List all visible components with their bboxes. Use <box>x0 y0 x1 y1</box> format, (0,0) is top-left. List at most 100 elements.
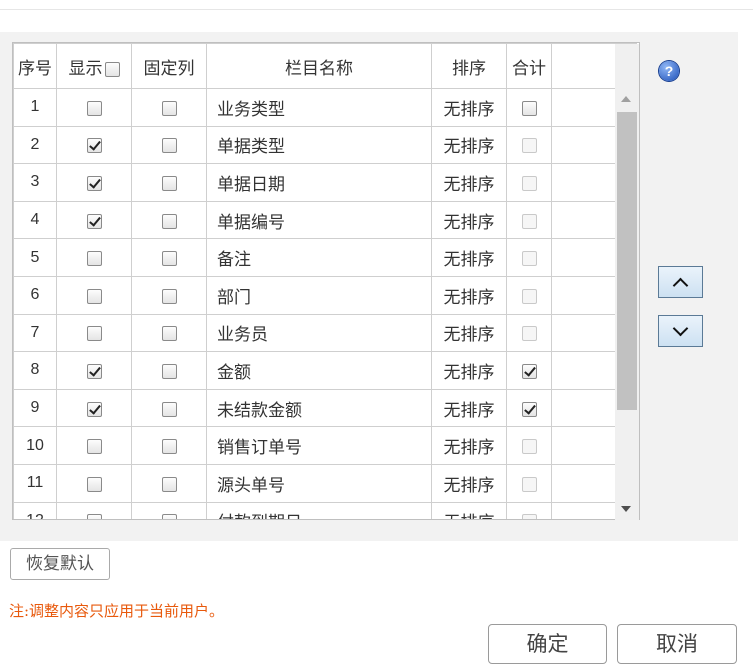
fixed-checkbox[interactable] <box>161 288 177 304</box>
show-checkbox[interactable] <box>86 363 102 379</box>
row-seq: 6 <box>13 275 57 315</box>
row-sort[interactable]: 无排序 <box>431 238 507 277</box>
table-row[interactable]: 5 备注 无排序 <box>13 238 637 277</box>
show-all-checkbox[interactable] <box>104 61 120 77</box>
row-seq: 7 <box>13 313 57 353</box>
fixed-checkbox[interactable] <box>161 401 177 417</box>
total-checkbox[interactable] <box>521 363 537 379</box>
show-checkbox[interactable] <box>86 514 102 519</box>
column-grid: 序号 显示 固定列 栏目名称 排序 合计 1 业务类型 无排序 2 单据类型 无排序 3 单据… <box>12 42 640 520</box>
total-checkbox <box>521 288 537 304</box>
top-divider <box>0 9 753 10</box>
total-cell <box>506 351 552 390</box>
table-row[interactable]: 10 销售订单号 无排序 <box>13 426 637 465</box>
table-row[interactable]: 4 单据编号 无排序 <box>13 200 637 240</box>
total-cell <box>506 426 552 465</box>
table-row[interactable]: 1 业务类型 无排序 <box>13 88 637 127</box>
table-body: 1 业务类型 无排序 2 单据类型 无排序 3 单据日期 无排序 4 单据编号 无排序 5 备注 无排序 6 部… <box>13 88 637 519</box>
row-sort[interactable]: 无排序 <box>431 200 507 240</box>
total-cell <box>506 88 552 127</box>
row-sort[interactable]: 无排序 <box>431 426 507 465</box>
show-checkbox[interactable] <box>86 439 102 455</box>
row-seq: 11 <box>13 463 57 503</box>
fixed-checkbox[interactable] <box>161 439 177 455</box>
table-row[interactable]: 2 单据类型 无排序 <box>13 125 637 165</box>
show-checkbox[interactable] <box>86 138 102 154</box>
scrollbar-thumb[interactable] <box>617 112 637 410</box>
show-checkbox[interactable] <box>86 326 102 342</box>
fixed-cell <box>131 313 207 353</box>
fixed-checkbox[interactable] <box>161 138 177 154</box>
show-cell <box>56 200 132 240</box>
row-column-name: 源头单号 <box>206 463 432 503</box>
row-sort[interactable]: 无排序 <box>431 463 507 503</box>
total-checkbox <box>521 138 537 154</box>
table-row[interactable]: 8 金额 无排序 <box>13 351 637 390</box>
reset-default-button[interactable]: 恢复默认 <box>10 548 110 580</box>
fixed-checkbox[interactable] <box>161 251 177 267</box>
row-seq: 2 <box>13 125 57 165</box>
table-row[interactable]: 9 未结款金额 无排序 <box>13 388 637 428</box>
row-sort[interactable]: 无排序 <box>431 275 507 315</box>
show-checkbox[interactable] <box>86 251 102 267</box>
row-sort[interactable]: 无排序 <box>431 388 507 428</box>
fixed-checkbox[interactable] <box>161 213 177 229</box>
row-column-name: 单据编号 <box>206 200 432 240</box>
fixed-checkbox[interactable] <box>161 514 177 519</box>
show-checkbox[interactable] <box>86 476 102 492</box>
row-sort[interactable]: 无排序 <box>431 351 507 390</box>
fixed-cell <box>131 351 207 390</box>
total-cell <box>506 238 552 277</box>
fixed-checkbox[interactable] <box>161 100 177 116</box>
row-column-name: 销售订单号 <box>206 426 432 465</box>
show-checkbox[interactable] <box>86 213 102 229</box>
table-row[interactable]: 3 单据日期 无排序 <box>13 163 637 202</box>
table-row[interactable]: 6 部门 无排序 <box>13 275 637 315</box>
total-checkbox[interactable] <box>521 401 537 417</box>
row-sort[interactable]: 无排序 <box>431 163 507 202</box>
total-checkbox <box>521 514 537 519</box>
row-sort[interactable]: 无排序 <box>431 501 507 519</box>
move-down-button[interactable] <box>658 315 703 347</box>
row-column-name: 部门 <box>206 275 432 315</box>
total-checkbox[interactable] <box>521 100 537 116</box>
question-icon[interactable]: ? <box>659 61 679 81</box>
table-row[interactable]: 11 源头单号 无排序 <box>13 463 637 503</box>
show-checkbox[interactable] <box>86 175 102 191</box>
show-checkbox[interactable] <box>86 288 102 304</box>
header-show: 显示 <box>56 43 132 89</box>
fixed-checkbox[interactable] <box>161 175 177 191</box>
row-seq: 5 <box>13 238 57 277</box>
show-cell <box>56 238 132 277</box>
fixed-checkbox[interactable] <box>161 476 177 492</box>
table-header-row: 序号 显示 固定列 栏目名称 排序 合计 <box>13 43 637 89</box>
show-cell <box>56 163 132 202</box>
header-total: 合计 <box>506 43 552 89</box>
total-cell <box>506 388 552 428</box>
show-cell <box>56 463 132 503</box>
table-row[interactable]: 12 付款到期日无排序 <box>13 501 637 519</box>
row-sort[interactable]: 无排序 <box>431 125 507 165</box>
fixed-cell <box>131 388 207 428</box>
header-seq: 序号 <box>13 43 57 89</box>
total-cell <box>506 501 552 519</box>
scroll-down-icon[interactable] <box>621 506 631 512</box>
fixed-cell <box>131 463 207 503</box>
row-seq: 10 <box>13 426 57 465</box>
row-seq: 8 <box>13 351 57 390</box>
confirm-button[interactable]: 确定 <box>488 624 607 664</box>
show-cell <box>56 313 132 353</box>
cancel-button[interactable]: 取消 <box>617 624 737 664</box>
total-cell <box>506 163 552 202</box>
table-row[interactable]: 7 业务员 无排序 <box>13 313 637 353</box>
show-checkbox[interactable] <box>86 100 102 116</box>
user-scope-note: 注:调整内容只应用于当前用户。 <box>9 602 225 620</box>
move-up-button[interactable] <box>658 266 703 298</box>
row-sort[interactable]: 无排序 <box>431 313 507 353</box>
scroll-up-icon[interactable] <box>621 96 631 102</box>
row-sort[interactable]: 无排序 <box>431 88 507 127</box>
show-cell <box>56 125 132 165</box>
fixed-checkbox[interactable] <box>161 326 177 342</box>
show-checkbox[interactable] <box>86 401 102 417</box>
fixed-checkbox[interactable] <box>161 363 177 379</box>
